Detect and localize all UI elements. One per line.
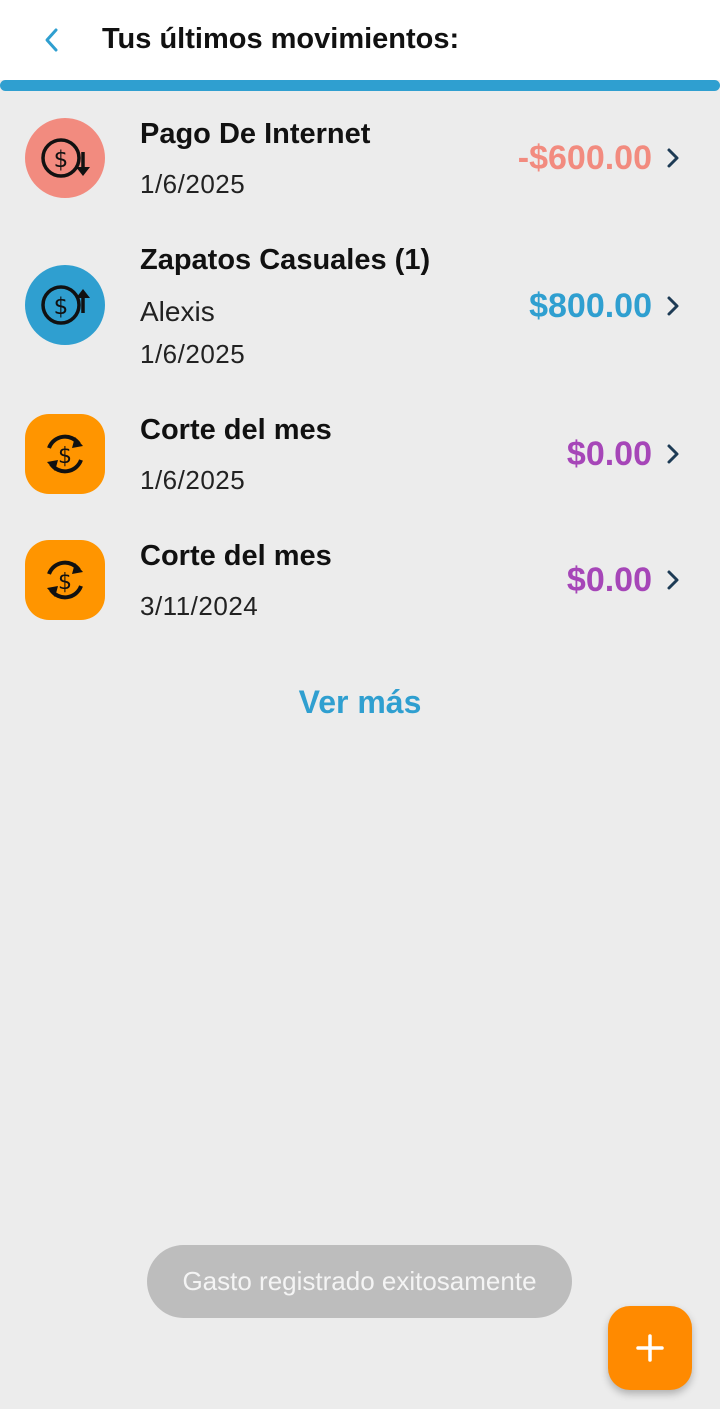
toast-text: Gasto registrado exitosamente — [182, 1266, 537, 1296]
svg-text:$: $ — [54, 147, 69, 173]
svg-text:$: $ — [54, 294, 69, 320]
movement-title: Zapatos Casuales (1) — [140, 244, 431, 276]
movement-item-corte-2[interactable]: $ Corte del mes 3/11/2024 $0.00 — [0, 513, 720, 639]
money-out-icon: $ — [25, 118, 105, 198]
movement-title: Pago De Internet — [140, 118, 371, 150]
money-cycle-icon: $ — [25, 414, 105, 494]
movement-date: 1/6/2025 — [140, 169, 246, 199]
movement-date: 1/6/2025 — [140, 339, 246, 369]
money-cycle-icon: $ — [25, 540, 105, 620]
back-button[interactable] — [30, 18, 74, 62]
chevron-right-icon — [662, 566, 684, 594]
toast-message: Gasto registrado exitosamente — [147, 1245, 572, 1318]
movement-title: Corte del mes — [140, 540, 332, 572]
movement-amount: -$600.00 — [517, 139, 652, 177]
movement-amount: $800.00 — [529, 287, 652, 325]
chevron-right-icon — [662, 292, 684, 320]
movement-subtitle: Alexis — [140, 296, 215, 327]
movement-item-internet[interactable]: $ Pago De Internet 1/6/2025 -$600.00 — [0, 91, 720, 217]
plus-icon — [636, 1334, 664, 1362]
movement-amount: $0.00 — [566, 435, 652, 473]
movement-date: 1/6/2025 — [140, 465, 246, 495]
svg-text:$: $ — [58, 444, 72, 469]
header-accent-bar — [0, 80, 720, 91]
movement-item-corte-1[interactable]: $ Corte del mes 1/6/2025 $0.00 — [0, 387, 720, 513]
movement-title: Corte del mes — [140, 414, 332, 446]
ver-mas-link[interactable]: Ver más — [0, 682, 720, 722]
movement-item-zapatos[interactable]: $ Zapatos Casuales (1) Alexis 1/6/2025 $… — [0, 217, 720, 387]
app-header: Tus últimos movimientos: — [0, 0, 720, 80]
page-title: Tus últimos movimientos: — [102, 23, 460, 55]
movement-amount: $0.00 — [566, 561, 652, 599]
money-in-icon: $ — [25, 265, 105, 345]
chevron-right-icon — [662, 144, 684, 172]
chevron-left-icon — [45, 28, 58, 52]
movement-date: 3/11/2024 — [140, 591, 259, 621]
svg-text:$: $ — [58, 570, 72, 595]
add-movement-button[interactable] — [608, 1306, 692, 1390]
chevron-right-icon — [662, 440, 684, 468]
